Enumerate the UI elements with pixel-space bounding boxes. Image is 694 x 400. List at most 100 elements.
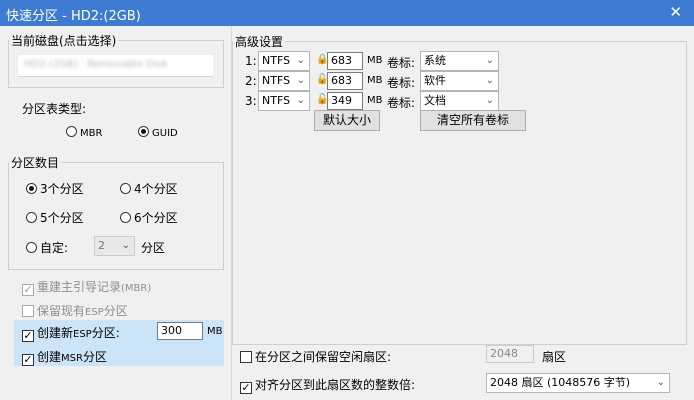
align-sectors-value: 2048 扇区 (1048576 字节) — [490, 376, 631, 389]
advanced-group-label: 高级设置 — [235, 35, 284, 49]
disk-selector[interactable]: HD2:(2GB) · Removable Disk — [18, 55, 213, 77]
right-panel: 高级设置 1: NTFS ⌄ 🔒 683 MB 卷标: 系统 ⌄ 2: NTFS… — [232, 26, 694, 400]
esp-size-input[interactable]: 300 — [157, 322, 203, 340]
chevron-down-icon: ⌄ — [121, 240, 130, 251]
align-check-icon: ✓ — [240, 381, 252, 394]
create-msr-checkbox[interactable]: ✓ 创建MSR分区 — [22, 348, 107, 366]
create-esp-checkbox[interactable]: ✓ 创建新ESP分区: — [22, 324, 120, 342]
row-2-label-caption: 卷标: — [387, 76, 416, 90]
chevron-down-icon: ⌄ — [485, 75, 494, 86]
row-1-fs-select[interactable]: NTFS ⌄ — [258, 51, 310, 71]
reserve-sectors-unit: 扇区 — [542, 350, 567, 364]
radio-4-indicator — [120, 183, 131, 194]
row-1-label-caption: 卷标: — [387, 56, 416, 70]
row-1-index: 1: — [245, 54, 257, 68]
row-1-size-input[interactable]: 683 — [327, 52, 363, 70]
rebuild-mbr-label: 重建主引导记录 — [37, 280, 122, 294]
radio-custom[interactable]: 自定: — [26, 239, 68, 256]
keep-esp-check-icon — [22, 305, 34, 317]
radio-guid-label: GUID — [152, 128, 178, 139]
row-3-index: 3: — [245, 94, 257, 108]
window-title: 快速分区 - HD2:(2GB) — [6, 9, 141, 24]
title-bar: 快速分区 - HD2:(2GB) ✕ — [0, 0, 694, 26]
esp-size-unit: MB — [207, 326, 223, 337]
close-icon[interactable]: ✕ — [669, 3, 682, 21]
create-msr-label-end: 分区 — [82, 350, 107, 364]
reserve-sectors-input[interactable]: 2048 — [486, 345, 534, 363]
radio-4-label: 4个分区 — [134, 182, 178, 196]
radio-3-label: 3个分区 — [40, 182, 84, 196]
radio-5-partitions[interactable]: 5个分区 — [26, 209, 84, 226]
row-2-fs-select[interactable]: NTFS ⌄ — [258, 71, 310, 91]
keep-esp-label-end: 分区 — [103, 304, 128, 318]
row-1-volume-value: 系统 — [424, 54, 446, 67]
row-3-fs-value: NTFS — [262, 94, 291, 107]
chevron-down-icon: ⌄ — [296, 55, 305, 66]
radio-4-partitions[interactable]: 4个分区 — [120, 180, 178, 197]
custom-count-suffix: 分区 — [141, 241, 166, 255]
rebuild-mbr-label-paren: (MBR) — [121, 283, 152, 294]
row-1-size-unit: MB — [367, 55, 383, 66]
row-3-size-input[interactable]: 349 — [327, 92, 363, 110]
radio-custom-indicator — [26, 242, 37, 253]
create-msr-check-icon: ✓ — [22, 353, 34, 366]
radio-6-partitions[interactable]: 6个分区 — [120, 209, 178, 226]
custom-count-select[interactable]: 2 ⌄ — [94, 236, 135, 256]
rebuild-mbr-checkbox[interactable]: ✓ 重建主引导记录(MBR) — [22, 278, 151, 296]
create-msr-label: 创建 — [37, 350, 62, 364]
chevron-down-icon: ⌄ — [296, 95, 305, 106]
chevron-down-icon: ⌄ — [485, 55, 494, 66]
row-3-volume-select[interactable]: 文档 ⌄ — [420, 91, 499, 111]
radio-mbr-label: MBR — [80, 128, 103, 139]
disk-name: HD2:(2GB) · Removable Disk — [24, 59, 168, 70]
rebuild-mbr-check-icon: ✓ — [22, 283, 34, 296]
row-3-fs-select[interactable]: NTFS ⌄ — [258, 91, 310, 111]
row-2-size-unit: MB — [367, 75, 383, 86]
radio-mbr-indicator — [66, 126, 77, 137]
row-1-fs-value: NTFS — [262, 54, 291, 67]
create-esp-label-mid: ESP — [73, 329, 92, 340]
custom-count-value: 2 — [98, 239, 105, 252]
row-2-fs-value: NTFS — [262, 74, 291, 87]
clear-labels-button[interactable]: 清空所有卷标 — [420, 110, 526, 131]
row-2-size-input[interactable]: 683 — [327, 72, 363, 90]
left-panel: 当前磁盘(点击选择) HD2:(2GB) · Removable Disk 分区… — [0, 26, 232, 400]
chevron-down-icon: ⌄ — [485, 95, 494, 106]
create-msr-label-mid: MSR — [61, 353, 83, 364]
create-esp-label-end: 分区: — [91, 326, 120, 340]
keep-esp-label-mid: ESP — [85, 307, 104, 318]
radio-6-indicator — [120, 212, 131, 223]
align-sectors-select[interactable]: 2048 扇区 (1048576 字节) ⌄ — [486, 373, 670, 393]
radio-5-indicator — [26, 212, 37, 223]
default-size-button[interactable]: 默认大小 — [314, 110, 380, 131]
align-sectors-checkbox[interactable]: ✓ 对齐分区到此扇区数的整数倍: — [240, 376, 415, 394]
radio-5-label: 5个分区 — [40, 211, 84, 225]
partition-count-label: 分区数目 — [11, 156, 60, 170]
radio-guid[interactable]: GUID — [138, 125, 178, 139]
row-2-volume-value: 软件 — [424, 74, 446, 87]
row-3-volume-value: 文档 — [424, 94, 446, 107]
chevron-down-icon: ⌄ — [296, 75, 305, 86]
radio-guid-indicator — [138, 126, 149, 137]
reserve-label: 在分区之间保留空闲扇区: — [255, 350, 392, 364]
radio-mbr[interactable]: MBR — [66, 125, 102, 139]
radio-3-partitions[interactable]: 3个分区 — [26, 180, 84, 197]
row-3-label-caption: 卷标: — [387, 96, 416, 110]
keep-esp-label: 保留现有 — [37, 304, 86, 318]
chevron-down-icon: ⌄ — [656, 377, 665, 388]
row-2-volume-select[interactable]: 软件 ⌄ — [420, 71, 499, 91]
align-label: 对齐分区到此扇区数的整数倍: — [255, 378, 416, 392]
radio-6-label: 6个分区 — [134, 211, 178, 225]
keep-esp-checkbox[interactable]: 保留现有ESP分区 — [22, 302, 128, 319]
create-esp-label: 创建新 — [37, 326, 74, 340]
reserve-check-icon — [240, 351, 252, 363]
row-2-index: 2: — [245, 74, 257, 88]
row-3-size-unit: MB — [367, 95, 383, 106]
radio-3-indicator — [26, 183, 37, 194]
disk-group-label: 当前磁盘(点击选择) — [11, 34, 117, 48]
reserve-sectors-checkbox[interactable]: 在分区之间保留空闲扇区: — [240, 348, 391, 365]
radio-custom-label: 自定: — [40, 241, 69, 255]
partition-type-label: 分区表类型: — [22, 102, 87, 116]
create-esp-check-icon: ✓ — [22, 329, 34, 342]
row-1-volume-select[interactable]: 系统 ⌄ — [420, 51, 499, 71]
